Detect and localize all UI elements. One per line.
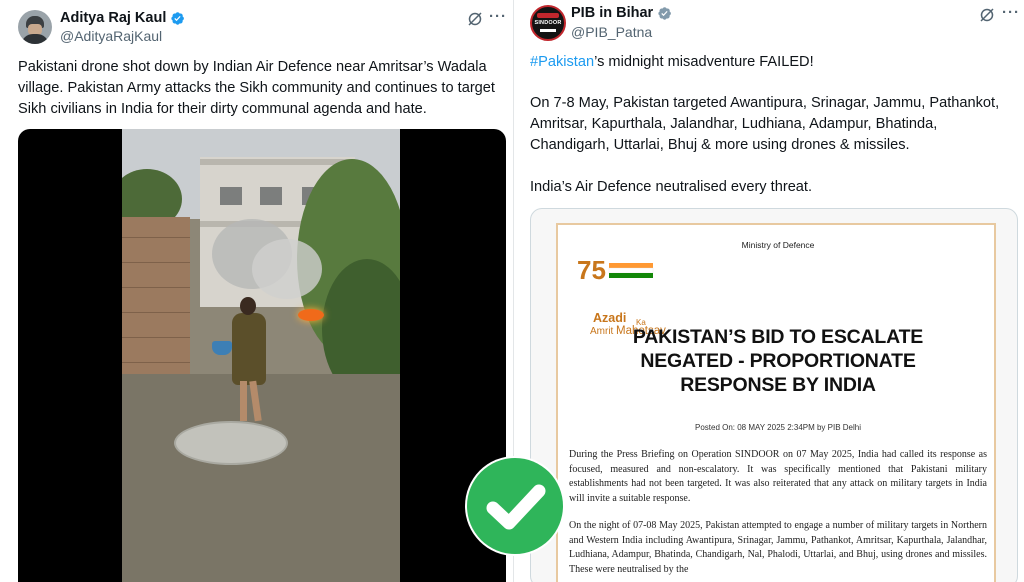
right-tweet[interactable]: SINDOOR PIB in Bihar @PIB_Patna ··· #Pak… — [514, 0, 1024, 582]
image-media[interactable]: Ministry of Defence 75 Azadi Ka Amrit Ma… — [530, 208, 1018, 582]
verified-badge-icon — [171, 11, 185, 25]
title-line-2: NEGATED - PROPORTIONATE — [640, 350, 916, 372]
logo-number: 75 — [577, 255, 606, 285]
verified-badge-icon — [658, 6, 672, 20]
tweet-text-paragraph: On 7-8 May, Pakistan targeted Awantipura… — [530, 95, 1000, 153]
document-paragraph: On the night of 07-08 May 2025, Pakistan… — [569, 520, 987, 575]
author-row: Aditya Raj Kaul — [60, 10, 185, 26]
logo-azadi: Azadi — [593, 311, 627, 325]
left-tweet[interactable]: Aditya Raj Kaul @AdityaRajKaul ··· Pakis… — [0, 0, 513, 582]
hashtag-link[interactable]: #Pakistan — [530, 54, 594, 70]
more-options-icon[interactable]: ··· — [489, 8, 507, 25]
tweet-text-rest: ’s midnight misadventure FAILED! — [594, 54, 814, 70]
green-checkmark-icon — [467, 458, 563, 554]
grok-icon[interactable] — [467, 11, 483, 27]
more-options-icon[interactable]: ··· — [1002, 4, 1020, 21]
avatar-text: SINDOOR — [534, 20, 562, 26]
video-media[interactable] — [18, 129, 506, 582]
logo-75-graphic: 75 — [577, 255, 654, 285]
press-release-document: Ministry of Defence 75 Azadi Ka Amrit Ma… — [556, 223, 996, 582]
tweet-text-line1: #Pakistan’s midnight misadventure FAILED… — [530, 52, 1020, 73]
author-name[interactable]: Aditya Raj Kaul — [60, 10, 166, 26]
document-title: PAKISTAN’S BID TO ESCALATE NEGATED - PRO… — [558, 325, 998, 397]
ministry-heading: Ministry of Defence — [741, 240, 815, 250]
avatar[interactable]: SINDOOR — [530, 5, 566, 41]
posted-on-text: Posted On: 08 MAY 2025 2:34PM by PIB Del… — [694, 423, 862, 432]
tweet-text-paragraph: India’s Air Defence neutralised every th… — [530, 179, 813, 195]
title-line-1: PAKISTAN’S BID TO ESCALATE — [632, 326, 924, 348]
tweet-text: Pakistani drone shot down by Indian Air … — [18, 59, 495, 117]
author-handle[interactable]: @PIB_Patna — [571, 24, 652, 40]
author-handle[interactable]: @AdityaRajKaul — [60, 28, 162, 44]
author-row: PIB in Bihar — [571, 5, 672, 21]
title-line-3: RESPONSE BY INDIA — [680, 374, 876, 396]
author-name[interactable]: PIB in Bihar — [571, 5, 653, 21]
azadi-ka-amrit-mahotsav-logo: 75 Azadi Ka Amrit Mahotsav — [575, 255, 675, 337]
document-paragraph: During the Press Briefing on Operation S… — [569, 449, 987, 504]
avatar[interactable] — [18, 10, 52, 44]
video-frame — [122, 129, 400, 582]
grok-icon[interactable] — [979, 7, 995, 23]
